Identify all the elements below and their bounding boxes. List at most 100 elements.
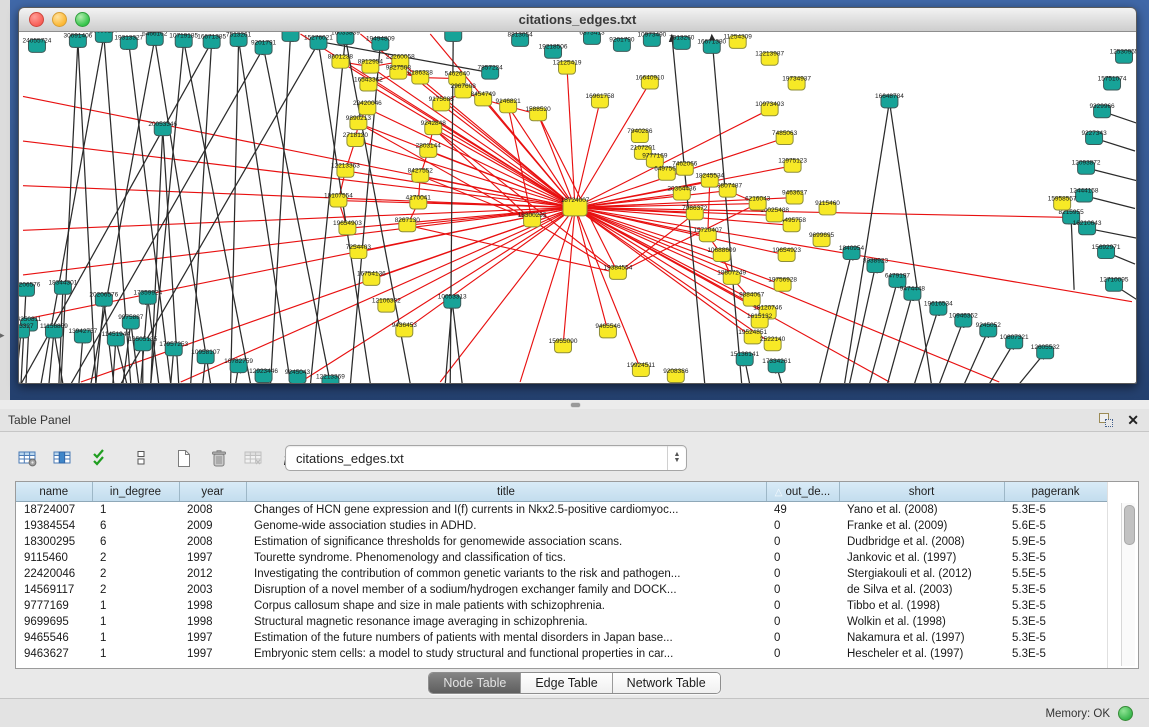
- table-cell[interactable]: Dudbridge et al. (2008): [839, 534, 1004, 550]
- create-column-icon[interactable]: [170, 445, 197, 472]
- table-cell[interactable]: Investigating the contribution of common…: [246, 566, 766, 582]
- table-cell[interactable]: 0: [766, 614, 839, 630]
- graph-edge[interactable]: [318, 43, 370, 383]
- table-row[interactable]: 1872400712008Changes of HCN gene express…: [16, 502, 1107, 519]
- tab-network-table[interactable]: Network Table: [612, 673, 720, 693]
- tab-edge-table[interactable]: Edge Table: [520, 673, 611, 693]
- table-cell[interactable]: 9777169: [16, 598, 92, 614]
- node-table[interactable]: namein_degreeyeartitle△out_de...shortpag…: [16, 482, 1108, 662]
- tab-node-table[interactable]: Node Table: [429, 673, 520, 693]
- select-all-icon[interactable]: [86, 445, 113, 472]
- stepper-arrows-icon[interactable]: ▲▼: [667, 446, 686, 470]
- graph-edge[interactable]: [820, 253, 852, 383]
- table-cell[interactable]: Tibbo et al. (1998): [839, 598, 1004, 614]
- table-cell[interactable]: 19384554: [16, 518, 92, 534]
- table-cell[interactable]: Structural magnetic resonance image aver…: [246, 614, 766, 630]
- column-header-short[interactable]: short: [839, 482, 1004, 502]
- table-cell[interactable]: 0: [766, 598, 839, 614]
- graph-edge[interactable]: [575, 101, 600, 207]
- graph-edge[interactable]: [271, 35, 291, 383]
- table-row[interactable]: 1456911722003Disruption of a novel membe…: [16, 582, 1107, 598]
- graph-edge[interactable]: [121, 43, 319, 383]
- table-cell[interactable]: 5.3E-5: [1004, 598, 1107, 614]
- table-cell[interactable]: 5.3E-5: [1004, 502, 1107, 519]
- table-cell[interactable]: Corpus callosum shape and size in male p…: [246, 598, 766, 614]
- graph-edge[interactable]: [452, 302, 462, 383]
- graph-edge[interactable]: [310, 38, 345, 383]
- table-cell[interactable]: Stergiakouli et al. (2012): [839, 566, 1004, 582]
- table-cell[interactable]: Nakamura et al. (1997): [839, 630, 1004, 646]
- graph-edge[interactable]: [520, 208, 575, 383]
- table-cell[interactable]: Changes of HCN gene expression and I(f) …: [246, 502, 766, 519]
- table-cell[interactable]: 2: [92, 550, 179, 566]
- table-selector[interactable]: citations_edges.txt ▲▼: [285, 445, 687, 471]
- graph-edge[interactable]: [404, 208, 575, 331]
- graph-edge[interactable]: [129, 43, 171, 383]
- citation-network-graph[interactable]: 2405572430691406106532871931332764661621…: [19, 32, 1136, 383]
- table-mode-icon[interactable]: [14, 445, 41, 472]
- table-cell[interactable]: Disruption of a novel member of a sodium…: [246, 582, 766, 598]
- network-canvas[interactable]: 2405572430691406106532871931332764661621…: [19, 32, 1136, 383]
- show-columns-icon[interactable]: [49, 445, 76, 472]
- table-cell[interactable]: 5.9E-5: [1004, 534, 1107, 550]
- table-cell[interactable]: 18300295: [16, 534, 92, 550]
- graph-edge[interactable]: [239, 40, 291, 383]
- graph-edge[interactable]: [151, 41, 184, 383]
- table-cell[interactable]: 9115460: [16, 550, 92, 566]
- table-row[interactable]: 1938455462009Genome-wide association stu…: [16, 518, 1107, 534]
- graph-edge[interactable]: [355, 140, 575, 207]
- table-cell[interactable]: 1: [92, 598, 179, 614]
- table-cell[interactable]: 5.3E-5: [1004, 630, 1107, 646]
- table-row[interactable]: 946554611997Estimation of the future num…: [16, 630, 1107, 646]
- table-cell[interactable]: 6: [92, 518, 179, 534]
- graph-edge[interactable]: [964, 330, 988, 383]
- table-cell[interactable]: 5.3E-5: [1004, 550, 1107, 566]
- table-cell[interactable]: 2008: [179, 534, 246, 550]
- table-cell[interactable]: 2008: [179, 502, 246, 519]
- table-cell[interactable]: 1: [92, 646, 179, 662]
- graph-edge[interactable]: [23, 208, 575, 275]
- table-cell[interactable]: Estimation of significance thresholds fo…: [246, 534, 766, 550]
- graph-edge[interactable]: [433, 128, 532, 220]
- table-cell[interactable]: 0: [766, 566, 839, 582]
- table-cell[interactable]: 5.5E-5: [1004, 566, 1107, 582]
- scrollbar-thumb[interactable]: [1124, 505, 1135, 545]
- table-cell[interactable]: 1997: [179, 646, 246, 662]
- table-cell[interactable]: 2009: [179, 518, 246, 534]
- table-cell[interactable]: Estimation of the future numbers of pati…: [246, 630, 766, 646]
- graph-edge[interactable]: [575, 208, 783, 285]
- graph-edge[interactable]: [889, 101, 931, 383]
- table-row[interactable]: 911546021997Tourette syndrome. Phenomeno…: [16, 550, 1107, 566]
- graph-edge[interactable]: [231, 40, 239, 383]
- graph-edge[interactable]: [939, 321, 963, 383]
- table-cell[interactable]: 1: [92, 614, 179, 630]
- table-cell[interactable]: Yano et al. (2008): [839, 502, 1004, 519]
- table-cell[interactable]: 9699695: [16, 614, 92, 630]
- graph-edge[interactable]: [54, 331, 63, 383]
- column-header-out_de[interactable]: △out_de...: [766, 482, 839, 502]
- table-cell[interactable]: 1: [92, 630, 179, 646]
- graph-edge[interactable]: [1071, 217, 1074, 289]
- graph-edge[interactable]: [350, 44, 380, 383]
- table-cell[interactable]: 0: [766, 534, 839, 550]
- table-cell[interactable]: 5.6E-5: [1004, 518, 1107, 534]
- table-cell[interactable]: 1: [92, 502, 179, 519]
- table-cell[interactable]: 2: [92, 566, 179, 582]
- graph-edge[interactable]: [887, 294, 912, 383]
- splitter-grip-icon[interactable]: [571, 403, 580, 407]
- column-header-name[interactable]: name: [16, 482, 92, 502]
- table-cell[interactable]: 5.3E-5: [1004, 582, 1107, 598]
- table-cell[interactable]: 0: [766, 582, 839, 598]
- table-scrollbar[interactable]: [1121, 503, 1135, 666]
- graph-edge[interactable]: [914, 309, 938, 383]
- table-cell[interactable]: Embryonic stem cells: a model to study s…: [246, 646, 766, 662]
- table-cell[interactable]: 5.3E-5: [1004, 646, 1107, 662]
- column-header-pagerank[interactable]: pagerank: [1004, 482, 1107, 502]
- close-panel-icon[interactable]: ✕: [1127, 413, 1139, 427]
- table-cell[interactable]: 49: [766, 502, 839, 519]
- delete-columns-icon[interactable]: [205, 445, 232, 472]
- table-cell[interactable]: 0: [766, 630, 839, 646]
- graph-edge[interactable]: [155, 39, 211, 383]
- table-cell[interactable]: 14569117: [16, 582, 92, 598]
- table-cell[interactable]: 0: [766, 646, 839, 662]
